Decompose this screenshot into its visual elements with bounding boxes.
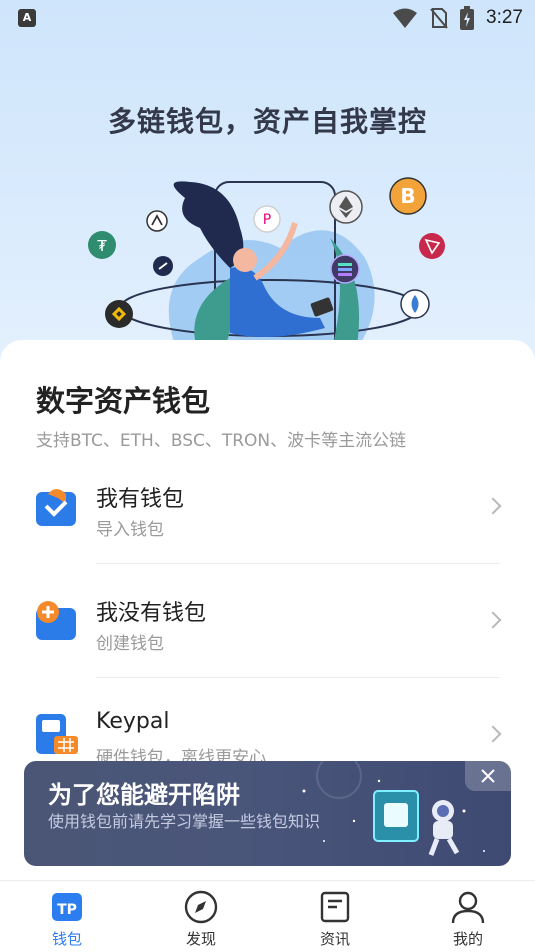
- astronaut-icon: [428, 800, 460, 856]
- hardware-wallet-icon: [36, 714, 78, 754]
- tab-label: 钱包: [51, 930, 82, 948]
- no-sim-icon: [430, 8, 448, 29]
- section-subtitle: 支持BTC、ETH、BSC、TRON、波卡等主流公链: [36, 431, 407, 451]
- option-import-wallet[interactable]: 我有钱包 导入钱包: [0, 449, 535, 563]
- import-wallet-icon: [36, 489, 76, 526]
- tab-wallet[interactable]: TP 钱包: [0, 881, 134, 952]
- solana-coin-icon: [330, 254, 360, 284]
- battery-charging-icon: [460, 6, 475, 30]
- tab-label: 我的: [452, 930, 483, 948]
- section-title: 数字资产钱包: [36, 384, 211, 418]
- tab-news[interactable]: 资讯: [268, 881, 402, 952]
- close-icon: [481, 769, 495, 783]
- chevron-right-icon: [484, 611, 502, 629]
- chevron-right-icon: [484, 725, 502, 743]
- svg-text:P: P: [263, 212, 271, 228]
- news-icon: [320, 891, 350, 923]
- fil-coin-icon: [400, 289, 430, 319]
- banner-text: 使用钱包前请先学习掌握一些钱包知识: [48, 812, 321, 831]
- tab-label: 发现: [185, 930, 216, 948]
- tab-discover[interactable]: 发现: [134, 881, 268, 952]
- compass-icon: [184, 890, 218, 924]
- binance-coin-icon: [105, 300, 133, 328]
- status-bar: A 3:27: [0, 0, 535, 36]
- tab-me[interactable]: 我的: [401, 881, 535, 952]
- safe-box-icon: [373, 790, 419, 842]
- bottom-tab-bar: TP 钱包 发现 资讯 我的: [0, 880, 535, 952]
- profile-icon: [451, 891, 485, 924]
- notification-icon: A: [18, 9, 36, 27]
- tron-coin-icon: [419, 233, 445, 259]
- wifi-icon: [393, 8, 418, 28]
- status-time: 3:27: [486, 7, 523, 28]
- wallet-tp-icon: TP: [52, 893, 82, 921]
- chevron-right-icon: [484, 497, 502, 515]
- option-create-wallet[interactable]: 我没有钱包 创建钱包: [0, 563, 535, 677]
- banner-title: 为了您能避开陷阱: [48, 781, 240, 809]
- svg-text:TP: TP: [57, 902, 77, 918]
- hero-title: 多链钱包，资产自我掌控: [107, 105, 427, 138]
- svg-text:₮: ₮: [97, 237, 107, 255]
- option-title: 我有钱包: [96, 487, 185, 512]
- create-wallet-icon: [36, 601, 76, 640]
- option-subtitle: 创建钱包: [96, 634, 164, 654]
- option-title: 我没有钱包: [96, 601, 207, 626]
- option-title: Keypal: [96, 709, 170, 734]
- tether-coin-icon: ₮: [88, 231, 116, 259]
- arbitrum-coin-icon: [153, 256, 173, 276]
- polkadot-coin-icon: P: [253, 205, 281, 233]
- svg-text:B: B: [400, 184, 415, 208]
- education-banner[interactable]: 为了您能避开陷阱 使用钱包前请先学习掌握一些钱包知识: [24, 761, 511, 866]
- aave-coin-icon: [146, 210, 168, 232]
- tab-label: 资讯: [319, 930, 350, 948]
- banner-close-button[interactable]: [465, 761, 511, 791]
- option-subtitle: 导入钱包: [96, 520, 164, 540]
- ethereum-coin-icon: [329, 190, 363, 224]
- bitcoin-coin-icon: B: [389, 177, 427, 215]
